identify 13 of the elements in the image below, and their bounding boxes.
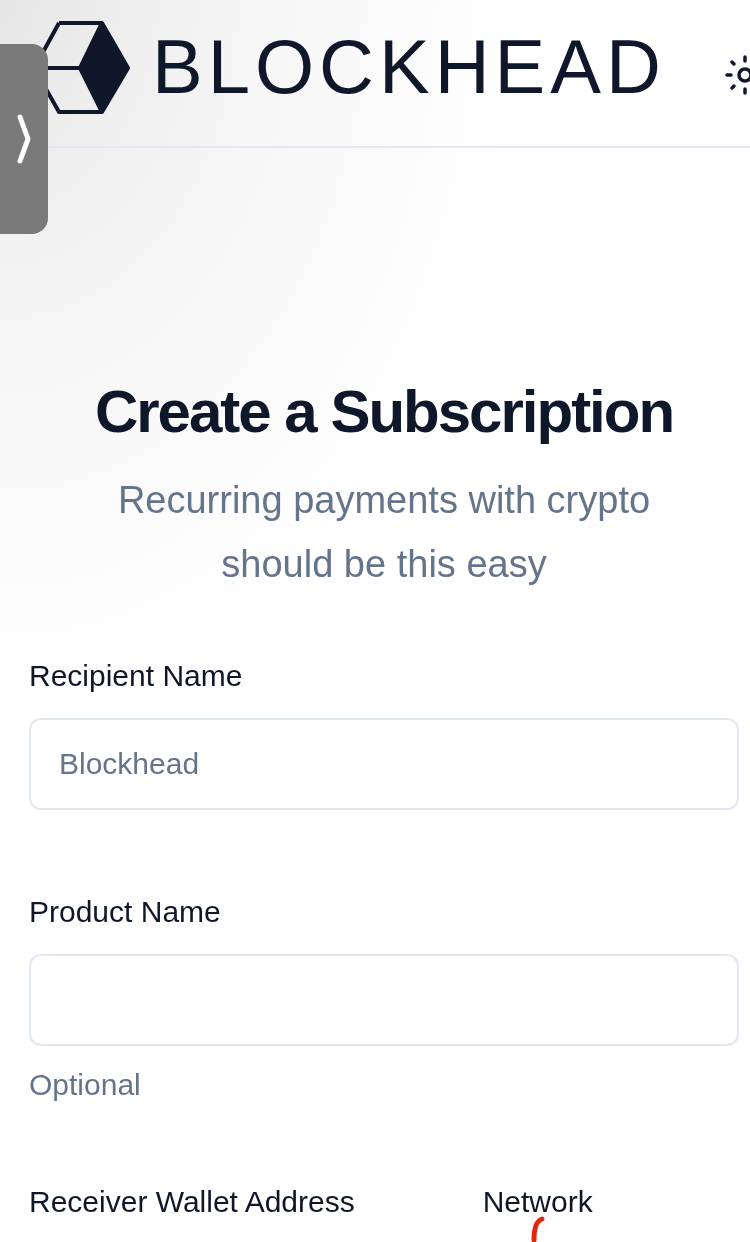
cube-logo-icon <box>42 20 132 116</box>
network-logo-icon <box>531 1216 545 1242</box>
text-field[interactable] <box>29 954 739 1046</box>
field-label: Recipient Name <box>29 658 244 694</box>
sidebar-toggle[interactable] <box>0 44 48 234</box>
page-title: Create a Subscription <box>93 377 675 447</box>
field-label: Network <box>482 1184 593 1220</box>
text-field[interactable]: Blockhead <box>29 718 739 810</box>
field-hint: Optional <box>29 1068 142 1102</box>
field-label: Receiver Wallet Address <box>29 1184 355 1220</box>
field-label: Product Name <box>29 894 222 930</box>
page-subtitle: Recurring payments with crypto should be this easy <box>116 478 652 587</box>
brand-name: BLOCKHEAD <box>152 22 666 110</box>
